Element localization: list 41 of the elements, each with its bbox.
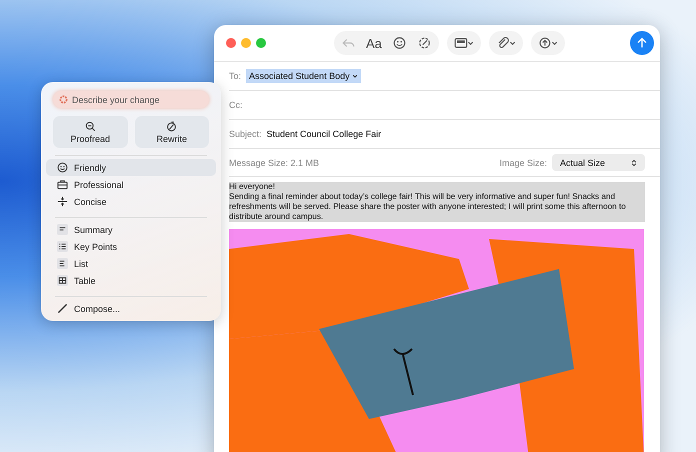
proofread-button[interactable]: Proofread <box>53 116 128 148</box>
smiley-icon <box>57 162 68 173</box>
describe-change-field[interactable]: Describe your change <box>53 91 209 108</box>
recipient-token[interactable]: Associated Student Body <box>246 69 361 83</box>
tone-menu-item[interactable]: Professional <box>46 176 216 193</box>
body-text: Hi everyone! <box>229 182 645 192</box>
list-icon <box>57 258 68 269</box>
message-size-text: Message Size: 2.1 MB <box>229 158 320 168</box>
image-size-label: Image Size: <box>499 158 547 168</box>
window-chevron-icon[interactable] <box>454 36 474 50</box>
format-button[interactable]: Aa <box>366 36 382 50</box>
summary-icon <box>57 224 68 235</box>
close-button[interactable] <box>226 38 236 48</box>
chevron-down-icon <box>352 73 358 79</box>
image-size-select[interactable]: Actual Size <box>552 154 645 171</box>
cc-label: Cc: <box>229 100 242 110</box>
table-icon <box>57 275 68 286</box>
format-menu-item[interactable]: Summary <box>46 221 216 238</box>
format-menu-item[interactable]: Table <box>46 272 216 289</box>
to-label: To: <box>229 71 242 81</box>
format-menu-item[interactable]: Key Points <box>46 238 216 255</box>
send-button[interactable] <box>630 31 654 55</box>
subject-label: Subject: <box>229 129 262 139</box>
compress-icon <box>57 196 68 207</box>
up-down-chevron-icon <box>631 158 637 166</box>
keypoints-icon <box>57 241 68 252</box>
tone-menu-item[interactable]: Concise <box>46 193 216 210</box>
timer-icon <box>166 120 178 132</box>
body-text: Sending a final reminder about today’s college fair! This will be very informative and super fun! Snacks and refreshments will be served. Please share the poster with anyone interested; I will print some this afternoon to distribute around campus. <box>229 192 645 222</box>
subject-value: Student Council College Fair <box>266 129 382 139</box>
smiley-icon[interactable] <box>392 36 407 50</box>
compose-menu-item[interactable]: Compose... <box>46 300 216 317</box>
flower-icon <box>59 95 68 104</box>
upload-icon[interactable] <box>538 36 558 50</box>
tone-menu-item[interactable]: Friendly <box>46 159 216 176</box>
rewrite-button[interactable]: Rewrite <box>134 116 209 148</box>
magnifier-icon <box>84 120 96 132</box>
briefcase-icon <box>57 179 68 190</box>
up-arrow-icon <box>635 36 649 50</box>
pencil-icon <box>57 303 68 314</box>
format-menu-item[interactable]: List <box>46 255 216 272</box>
